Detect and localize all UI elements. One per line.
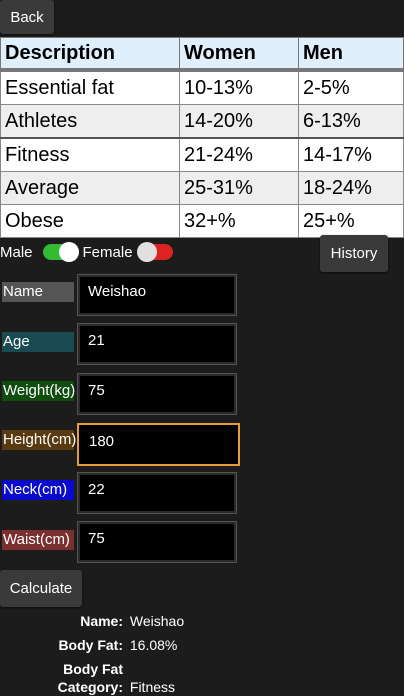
back-button[interactable]: Back <box>0 0 54 34</box>
result-name-value: Weishao <box>129 613 185 629</box>
history-button[interactable]: History <box>320 235 388 272</box>
table-cell: Average <box>0 171 180 205</box>
table-cell: 18-24% <box>298 171 404 205</box>
height-label: Height(cm) <box>2 430 77 450</box>
switch-knob <box>136 242 157 262</box>
result-category-key: Body Fat Category: <box>57 661 123 695</box>
table-row: Athletes 14-20% 6-13% <box>0 104 404 139</box>
result-fat-key: Body Fat: <box>58 637 123 653</box>
result-category-row: Body Fat Category: Fitness <box>0 660 300 695</box>
age-field[interactable]: 21 <box>77 323 237 365</box>
weight-field[interactable]: 75 <box>77 373 237 415</box>
table-header-row: Description Women Men <box>0 37 404 72</box>
height-field[interactable]: 180 <box>77 423 240 466</box>
table-cell: 14-17% <box>298 137 404 172</box>
table-cell: 14-20% <box>179 104 299 139</box>
name-label: Name <box>2 282 74 302</box>
result-name-key: Name: <box>80 613 123 629</box>
male-switch[interactable] <box>42 242 79 262</box>
table-row: Obese 32+% 25+% <box>0 204 404 238</box>
neck-field[interactable]: 22 <box>77 472 237 514</box>
table-cell: Fitness <box>0 137 180 172</box>
body-fat-table: Description Women Men Essential fat 10-1… <box>0 37 404 238</box>
female-switch[interactable] <box>136 242 173 262</box>
table-cell: Obese <box>0 204 180 238</box>
result-name-row: Name: Weishao <box>0 612 300 630</box>
column-header-women: Women <box>179 37 299 72</box>
table-row: Average 25-31% 18-24% <box>0 171 404 205</box>
result-fat-row: Body Fat: 16.08% <box>0 636 300 654</box>
age-label: Age <box>2 332 74 352</box>
result-fat-value: 16.08% <box>129 637 178 653</box>
column-header-description: Description <box>0 37 180 72</box>
waist-label: Waist(cm) <box>2 530 74 550</box>
table-cell: 25+% <box>298 204 404 238</box>
table-cell: 2-5% <box>298 69 404 105</box>
table-row: Essential fat 10-13% 2-5% <box>0 69 404 105</box>
weight-label: Weight(kg) <box>2 381 76 401</box>
table-cell: 21-24% <box>179 137 299 172</box>
waist-field[interactable]: 75 <box>77 521 237 563</box>
name-field[interactable]: Weishao <box>77 274 237 316</box>
table-cell: Essential fat <box>0 69 180 105</box>
gender-toggle-row: Male Female <box>0 240 175 264</box>
male-label: Male <box>0 243 33 261</box>
switch-knob <box>58 242 79 262</box>
neck-label: Neck(cm) <box>2 480 74 500</box>
column-header-men: Men <box>298 37 404 72</box>
table-cell: 10-13% <box>179 69 299 105</box>
table-cell: Athletes <box>0 104 180 139</box>
result-category-value: Fitness <box>129 679 176 695</box>
table-row: Fitness 21-24% 14-17% <box>0 137 404 172</box>
calculate-button[interactable]: Calculate <box>0 570 82 607</box>
table-cell: 32+% <box>179 204 299 238</box>
table-cell: 25-31% <box>179 171 299 205</box>
table-cell: 6-13% <box>298 104 404 139</box>
female-label: Female <box>82 243 133 261</box>
